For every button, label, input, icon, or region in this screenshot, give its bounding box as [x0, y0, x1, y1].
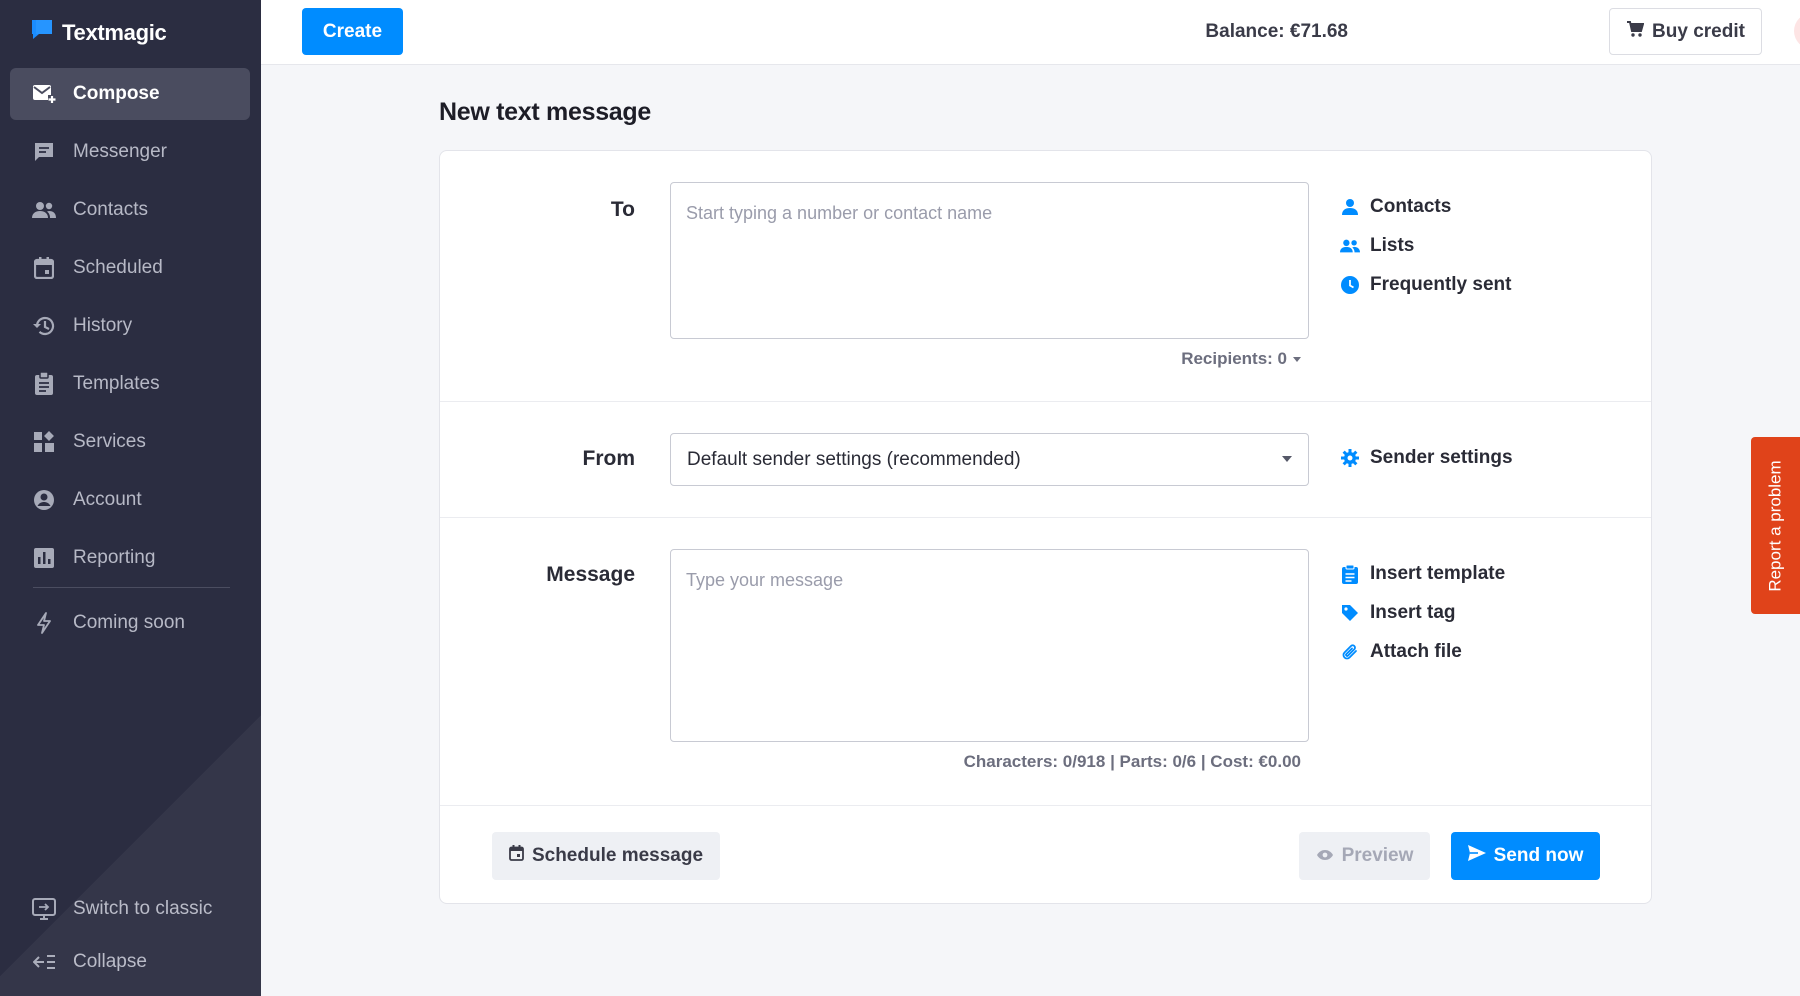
attach-file-link[interactable]: Attach file — [1340, 641, 1462, 663]
switch-to-classic-button[interactable]: Switch to classic — [10, 883, 250, 935]
sender-select[interactable]: Default sender settings (recommended) — [670, 433, 1309, 486]
insert-template-label: Insert template — [1370, 563, 1506, 584]
app-name: Textmagic — [62, 19, 167, 45]
avatar[interactable]: A — [1794, 13, 1800, 49]
insert-tag-label: Insert tag — [1370, 602, 1456, 623]
sidebar-item-label: Account — [73, 489, 142, 510]
switch-icon — [32, 897, 56, 921]
sender-settings-label: Sender settings — [1370, 447, 1513, 468]
report-problem-label: Report a problem — [1765, 459, 1785, 592]
sidebar-item-coming-soon[interactable]: Coming soon — [10, 597, 250, 649]
recipients-dropdown[interactable]: Recipients: 0 — [1181, 349, 1301, 369]
page-title: New text message — [439, 98, 651, 126]
insert-tag-link[interactable]: Insert tag — [1340, 602, 1456, 624]
gear-icon — [1340, 448, 1360, 468]
section-divider — [440, 401, 1651, 402]
send-icon — [1467, 845, 1486, 867]
account-icon — [32, 488, 56, 512]
insert-template-link[interactable]: Insert template — [1340, 563, 1505, 585]
lists-link-label: Lists — [1370, 235, 1415, 256]
clipboard-icon — [32, 372, 56, 396]
sidebar-item-label: Templates — [73, 373, 160, 394]
sidebar-item-history[interactable]: History — [10, 300, 250, 352]
sidebar-item-templates[interactable]: Templates — [10, 358, 250, 410]
preview-label: Preview — [1341, 845, 1414, 866]
compose-card: To Start typing a number or contact name… — [439, 150, 1652, 904]
sidebar-item-label: Switch to classic — [73, 898, 213, 919]
eye-icon — [1316, 845, 1334, 867]
contacts-icon — [32, 198, 56, 222]
sidebar-item-label: Coming soon — [73, 612, 185, 633]
schedule-message-button[interactable]: Schedule message — [492, 832, 720, 880]
history-icon — [32, 314, 56, 338]
tag-icon — [1340, 603, 1360, 623]
create-button[interactable]: Create — [302, 8, 403, 55]
section-divider — [440, 805, 1651, 806]
sidebar-item-label: Contacts — [73, 199, 148, 220]
sidebar-item-label: Compose — [73, 83, 160, 104]
person-icon — [1340, 197, 1360, 217]
sidebar-item-reporting[interactable]: Reporting — [10, 532, 250, 584]
buy-credit-button[interactable]: Buy credit — [1609, 8, 1762, 55]
send-now-button[interactable]: Send now — [1451, 832, 1600, 880]
buy-credit-label: Buy credit — [1652, 20, 1745, 42]
clipboard-icon — [1340, 564, 1360, 584]
to-label: To — [610, 198, 635, 221]
sidebar-divider — [33, 587, 230, 588]
compose-icon — [32, 82, 56, 106]
report-problem-button[interactable]: Report a problem — [1751, 437, 1800, 614]
sender-settings-link[interactable]: Sender settings — [1340, 447, 1513, 469]
sidebar-item-label: Collapse — [73, 951, 147, 972]
logo[interactable]: Textmagic — [30, 18, 167, 47]
preview-button[interactable]: Preview — [1299, 832, 1430, 880]
schedule-message-label: Schedule message — [531, 845, 704, 866]
sidebar: Textmagic Compose Messenger Contacts Sch… — [0, 0, 261, 996]
message-stats: Characters: 0/918 | Parts: 0/6 | Cost: €… — [963, 752, 1301, 771]
message-label: Message — [546, 563, 635, 586]
calendar-icon — [509, 845, 524, 867]
frequently-sent-link[interactable]: Frequently sent — [1340, 274, 1511, 296]
sidebar-item-scheduled[interactable]: Scheduled — [10, 242, 250, 294]
recipients-count: Recipients: 0 — [1181, 349, 1287, 368]
sidebar-item-label: History — [73, 315, 133, 336]
sidebar-item-label: Messenger — [73, 141, 167, 162]
message-input[interactable]: Type your message — [670, 549, 1309, 742]
caret-down-icon — [1282, 456, 1292, 462]
sidebar-item-contacts[interactable]: Contacts — [10, 184, 250, 236]
sidebar-item-account[interactable]: Account — [10, 474, 250, 526]
sender-select-value: Default sender settings (recommended) — [687, 448, 1021, 470]
contacts-link-label: Contacts — [1370, 196, 1452, 217]
sidebar-item-compose[interactable]: Compose — [10, 68, 250, 120]
services-icon — [32, 430, 56, 454]
balance: Balance: €71.68 — [1205, 21, 1348, 42]
sidebar-item-services[interactable]: Services — [10, 416, 250, 468]
collapse-button[interactable]: Collapse — [10, 936, 250, 988]
lists-link[interactable]: Lists — [1340, 235, 1414, 257]
collapse-icon — [32, 950, 56, 974]
cart-icon — [1626, 20, 1645, 44]
attach-file-label: Attach file — [1370, 641, 1462, 662]
caret-down-icon — [1293, 356, 1301, 362]
textmagic-logo-icon — [30, 18, 54, 47]
people-icon — [1340, 236, 1360, 256]
lightning-icon — [32, 611, 56, 635]
top-bar: Create Balance: €71.68 Buy credit A — [261, 0, 1800, 65]
messenger-icon — [32, 140, 56, 164]
calendar-icon — [32, 256, 56, 280]
frequently-sent-label: Frequently sent — [1370, 274, 1512, 295]
send-now-label: Send now — [1493, 845, 1584, 866]
section-divider — [440, 517, 1651, 518]
contacts-link[interactable]: Contacts — [1340, 196, 1451, 218]
sidebar-item-label: Scheduled — [73, 257, 163, 278]
clock-icon — [1340, 275, 1360, 295]
sidebar-item-label: Services — [73, 431, 146, 452]
sidebar-item-messenger[interactable]: Messenger — [10, 126, 250, 178]
bar-chart-icon — [32, 546, 56, 570]
paperclip-icon — [1340, 642, 1360, 662]
to-input[interactable]: Start typing a number or contact name — [670, 182, 1309, 339]
from-label: From — [582, 447, 636, 470]
sidebar-item-label: Reporting — [73, 547, 156, 568]
